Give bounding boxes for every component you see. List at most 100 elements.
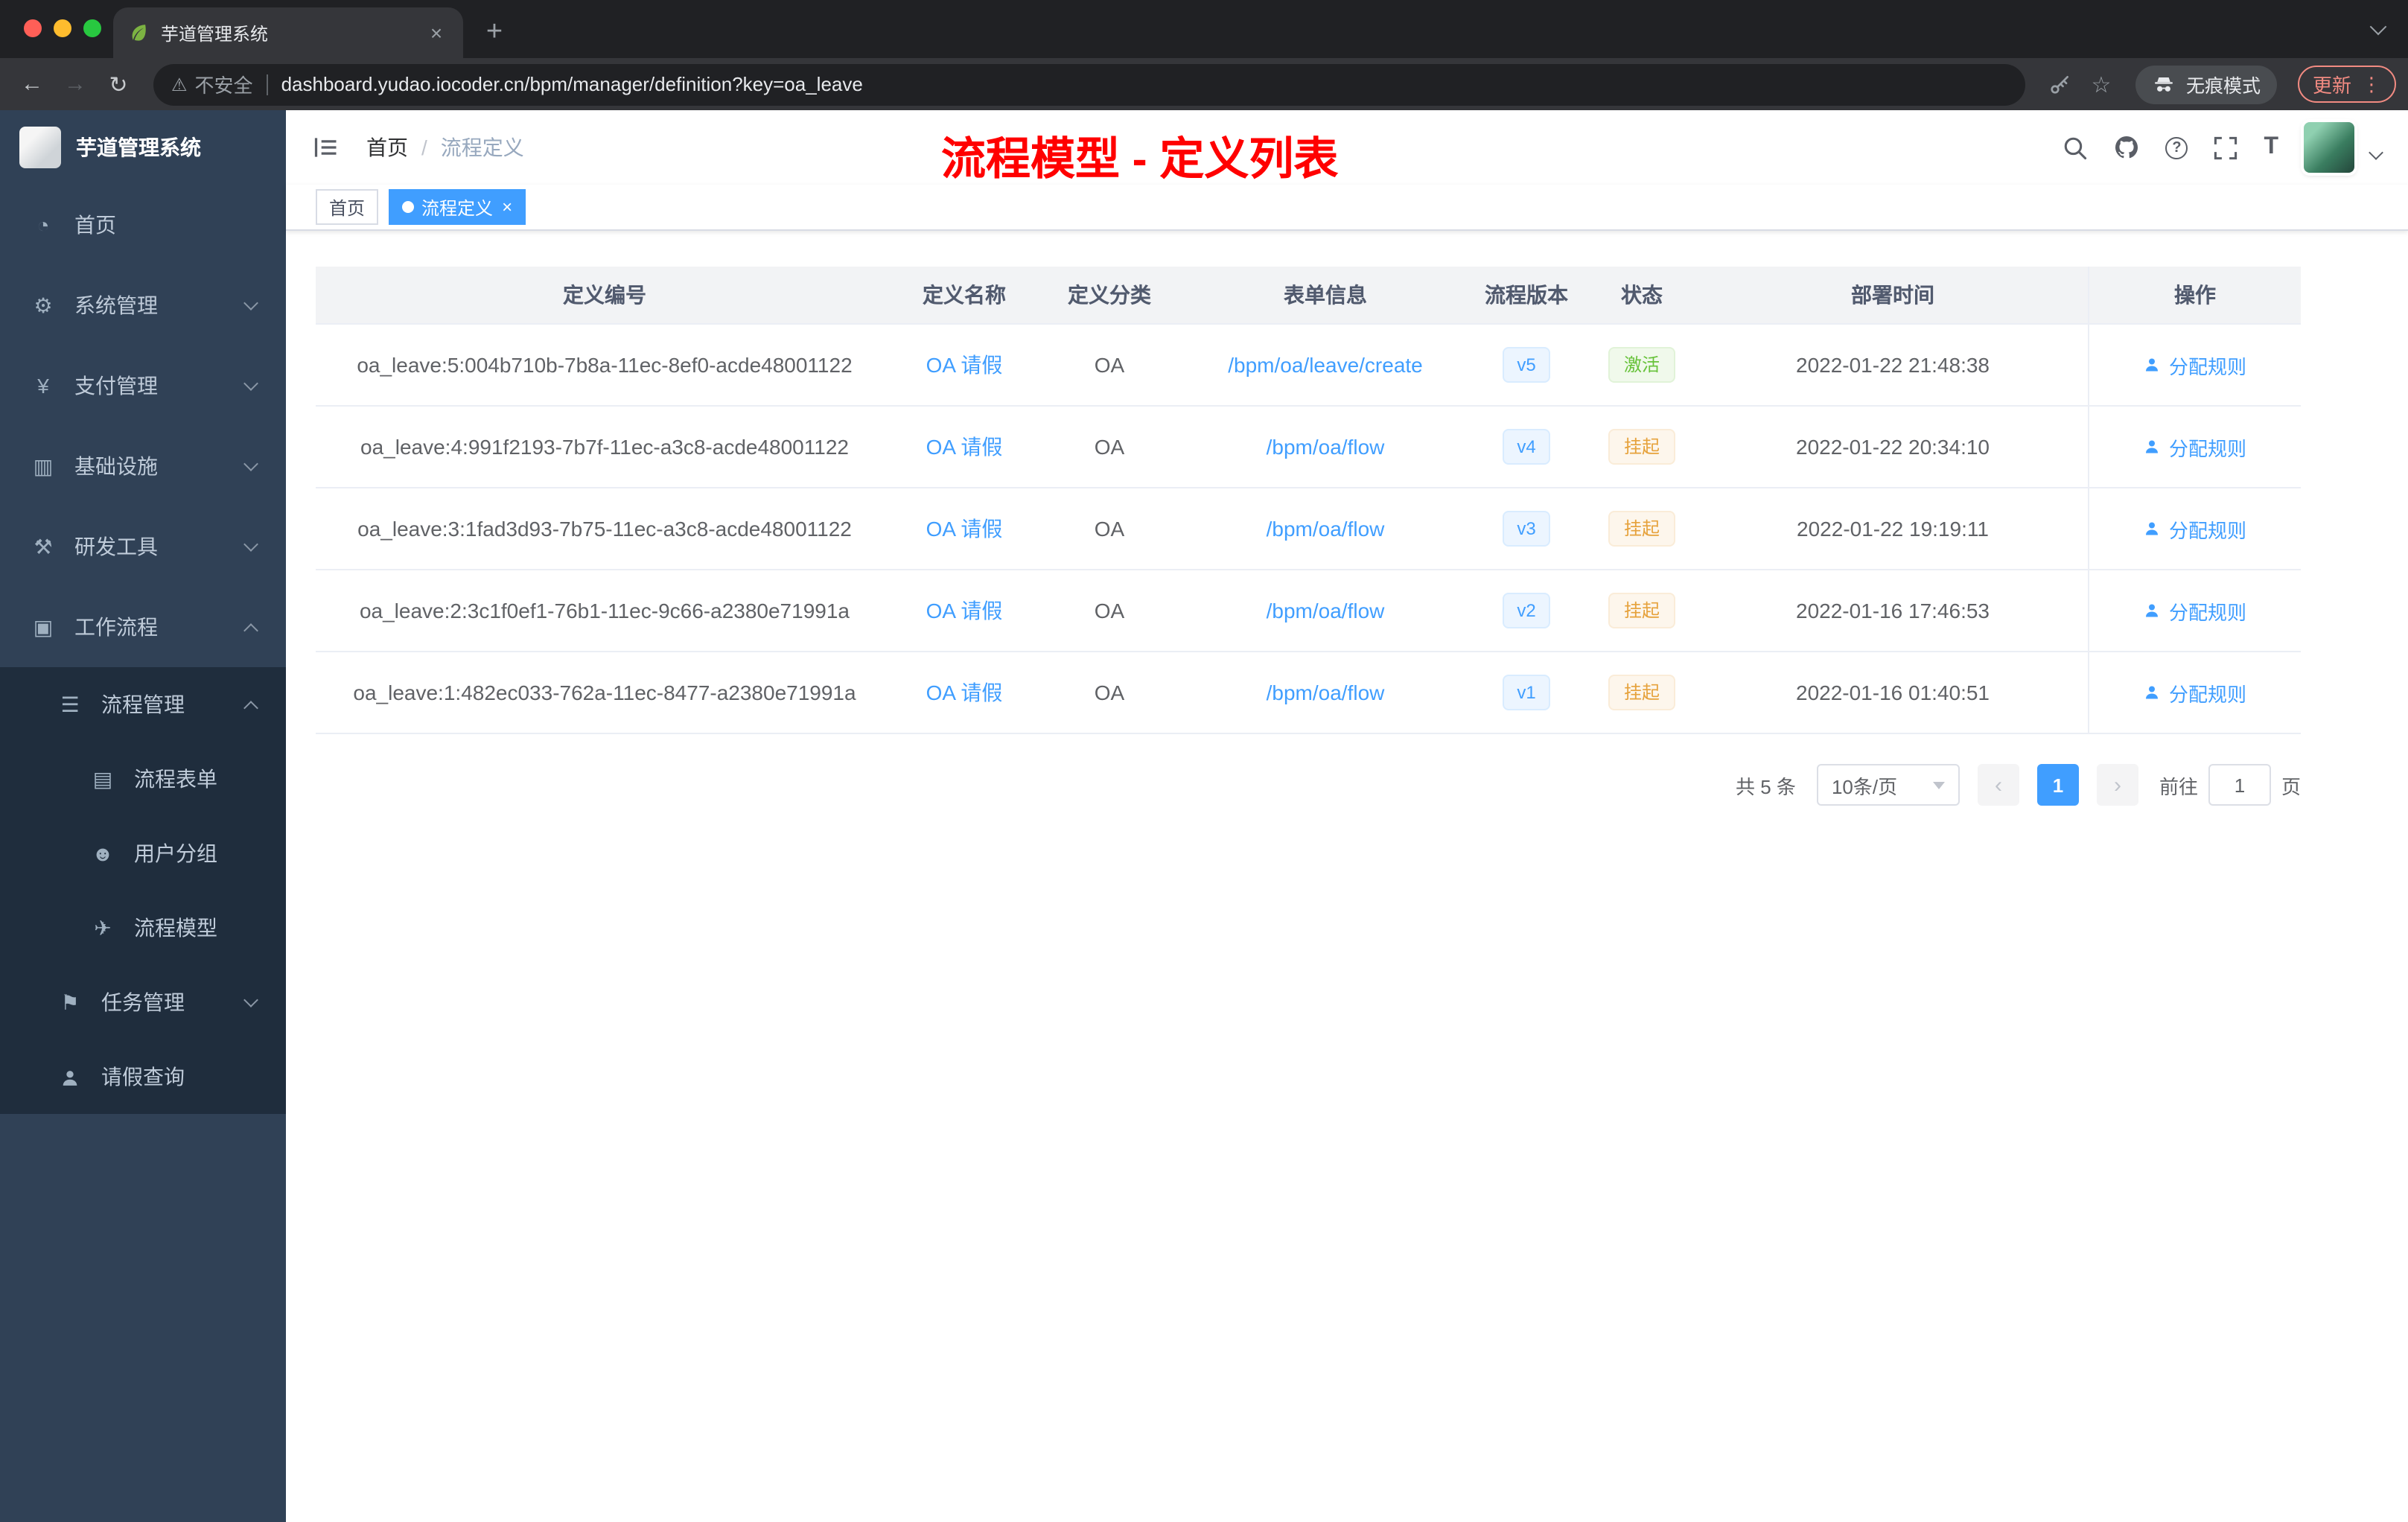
sidebar-collapse-icon[interactable] <box>310 131 343 164</box>
prev-page-button[interactable]: ‹ <box>1977 764 2019 806</box>
tag-home[interactable]: 首页 <box>316 189 379 225</box>
col-header-action: 操作 <box>2088 267 2301 323</box>
browser-update-button[interactable]: 更新 ⋮ <box>2297 66 2396 103</box>
status-badge: 挂起 <box>1608 511 1675 547</box>
cell-definition-id: oa_leave:4:991f2193-7b7f-11ec-a3c8-acde4… <box>360 435 849 459</box>
logo-title: 芋道管理系统 <box>76 136 201 159</box>
minimize-window-button[interactable] <box>54 19 71 37</box>
version-badge: v1 <box>1502 675 1551 710</box>
sidebar-item-dev-tools[interactable]: ⚒ 研发工具 <box>0 506 286 587</box>
search-icon[interactable] <box>2063 135 2088 160</box>
active-dot-icon <box>402 201 415 213</box>
url-text[interactable]: dashboard.yudao.iocoder.cn/bpm/manager/d… <box>281 73 863 95</box>
page-number-button[interactable]: 1 <box>2036 764 2079 806</box>
goto-page-input[interactable] <box>2208 764 2271 806</box>
sidebar-item-home[interactable]: ◔ 首页 <box>0 185 286 265</box>
help-icon[interactable]: ? <box>2165 136 2188 159</box>
cell-definition-name-link[interactable]: OA 请假 <box>894 514 1035 544</box>
font-size-icon[interactable]: T <box>2264 134 2278 161</box>
version-badge: v5 <box>1502 347 1551 383</box>
breadcrumb-home[interactable]: 首页 <box>366 133 408 162</box>
new-tab-button[interactable]: + <box>472 10 517 55</box>
cell-form-link[interactable]: /bpm/oa/flow <box>1184 435 1467 459</box>
table-row: oa_leave:3:1fad3d93-7b75-11ec-a3c8-acde4… <box>316 488 2301 570</box>
sidebar-item-system-management[interactable]: ⚙ 系统管理 <box>0 265 286 346</box>
version-badge: v4 <box>1502 429 1551 465</box>
bookmark-star-icon[interactable]: ☆ <box>2082 65 2121 104</box>
sidebar-item-user-group[interactable]: ☻ 用户分组 <box>0 816 286 891</box>
workflow-submenu: ☰ 流程管理 ▤ 流程表单 ☻ 用户分组 ✈ 流程模型 ⚑ 任务管理 请假查询 <box>0 667 286 1114</box>
security-label[interactable]: 不安全 <box>195 70 253 98</box>
tab-close-icon[interactable]: × <box>424 21 448 45</box>
sidebar-item-label: 请假查询 <box>101 1065 185 1089</box>
tab-favicon-leaf-icon <box>128 22 149 43</box>
tag-label: 首页 <box>329 197 366 218</box>
next-page-button[interactable]: › <box>2096 764 2138 806</box>
tag-process-definition[interactable]: 流程定义 × <box>389 189 526 225</box>
update-label: 更新 <box>2312 74 2351 97</box>
sidebar-item-workflow[interactable]: ▣ 工作流程 <box>0 587 286 667</box>
fullscreen-icon[interactable] <box>2213 135 2238 160</box>
sidebar-item-process-management[interactable]: ☰ 流程管理 <box>0 667 286 742</box>
tools-icon: ⚒ <box>34 534 53 558</box>
cell-form-link[interactable]: /bpm/oa/flow <box>1184 517 1467 541</box>
user-avatar[interactable] <box>2304 122 2354 173</box>
github-icon[interactable] <box>2113 134 2140 161</box>
maximize-window-button[interactable] <box>83 19 101 37</box>
tab-search-chevron-icon[interactable] <box>2369 18 2387 36</box>
incognito-badge: 无痕模式 <box>2135 65 2277 104</box>
cell-form-link[interactable]: /bpm/oa/flow <box>1184 681 1467 704</box>
cell-definition-name-link[interactable]: OA 请假 <box>894 596 1035 625</box>
close-window-button[interactable] <box>24 19 42 37</box>
assign-rule-button[interactable]: 分配规则 <box>2144 515 2246 543</box>
cell-definition-name-link[interactable]: OA 请假 <box>894 350 1035 380</box>
cell-definition-name-link[interactable]: OA 请假 <box>894 432 1035 462</box>
cell-deploy-time: 2022-01-22 19:19:11 <box>1797 517 1989 541</box>
cell-category: OA <box>1094 435 1125 459</box>
incognito-icon <box>2152 72 2176 96</box>
assign-rule-button[interactable]: 分配规则 <box>2144 351 2246 379</box>
reload-button[interactable]: ↻ <box>98 64 138 104</box>
status-badge: 挂起 <box>1608 675 1675 710</box>
sidebar-item-payment-management[interactable]: ¥ 支付管理 <box>0 346 286 426</box>
forward-button: → <box>64 71 86 97</box>
browser-menu-dots-icon[interactable]: ⋮ <box>2362 72 2381 96</box>
omnibox-divider <box>266 74 268 95</box>
cell-form-link[interactable]: /bpm/oa/flow <box>1184 599 1467 623</box>
browser-tab[interactable]: 芋道管理系统 × <box>113 7 463 58</box>
select-chevron-icon <box>1932 781 1945 789</box>
col-header-version: 流程版本 <box>1485 283 1568 307</box>
back-button[interactable]: ← <box>12 64 52 104</box>
assign-rule-button[interactable]: 分配规则 <box>2144 596 2246 625</box>
sidebar-item-process-form[interactable]: ▤ 流程表单 <box>0 742 286 816</box>
cell-definition-id: oa_leave:2:3c1f0ef1-76b1-11ec-9c66-a2380… <box>359 599 850 623</box>
sidebar-item-leave-query[interactable]: 请假查询 <box>0 1039 286 1114</box>
sidebar-item-process-model[interactable]: ✈ 流程模型 <box>0 891 286 965</box>
sidebar-item-label: 研发工具 <box>74 535 158 558</box>
col-header-name: 定义名称 <box>923 283 1006 307</box>
address-bar[interactable]: ⚠ 不安全 dashboard.yudao.iocoder.cn/bpm/man… <box>153 63 2025 105</box>
page-size-select[interactable]: 10条/页 <box>1816 764 1960 806</box>
sidebar-item-task-management[interactable]: ⚑ 任务管理 <box>0 965 286 1039</box>
sidebar: 芋道管理系统 ◔ 首页 ⚙ 系统管理 ¥ 支付管理 ▥ 基础设施 ⚒ 研发工具 … <box>0 110 286 1522</box>
tag-close-icon[interactable]: × <box>502 197 512 217</box>
avatar-dropdown-chevron-icon[interactable] <box>2369 144 2383 159</box>
password-key-icon[interactable] <box>2040 65 2079 104</box>
cell-form-link[interactable]: /bpm/oa/leave/create <box>1184 353 1467 377</box>
tasks-icon: ⚑ <box>60 990 80 1013</box>
cell-category: OA <box>1094 599 1125 623</box>
breadcrumb-separator: / <box>421 136 427 159</box>
security-warning-icon: ⚠ <box>171 74 188 95</box>
assign-rule-button[interactable]: 分配规则 <box>2144 678 2246 707</box>
chevron-down-icon <box>243 376 258 391</box>
col-header-time: 部署时间 <box>1851 283 1934 307</box>
browser-tab-strip: 芋道管理系统 × + <box>0 0 2408 58</box>
breadcrumb-current: 流程定义 <box>440 136 524 159</box>
assign-rule-button[interactable]: 分配规则 <box>2144 433 2246 461</box>
definition-table: 定义编号 定义名称 定义分类 表单信息 流程版本 状态 部署时间 操作 oa_l… <box>316 267 2301 734</box>
goto-unit-label: 页 <box>2281 775 2301 797</box>
chevron-up-icon <box>243 623 258 638</box>
sidebar-item-infrastructure[interactable]: ▥ 基础设施 <box>0 426 286 506</box>
sidebar-logo[interactable]: 芋道管理系统 <box>0 110 286 185</box>
cell-definition-name-link[interactable]: OA 请假 <box>894 678 1035 707</box>
